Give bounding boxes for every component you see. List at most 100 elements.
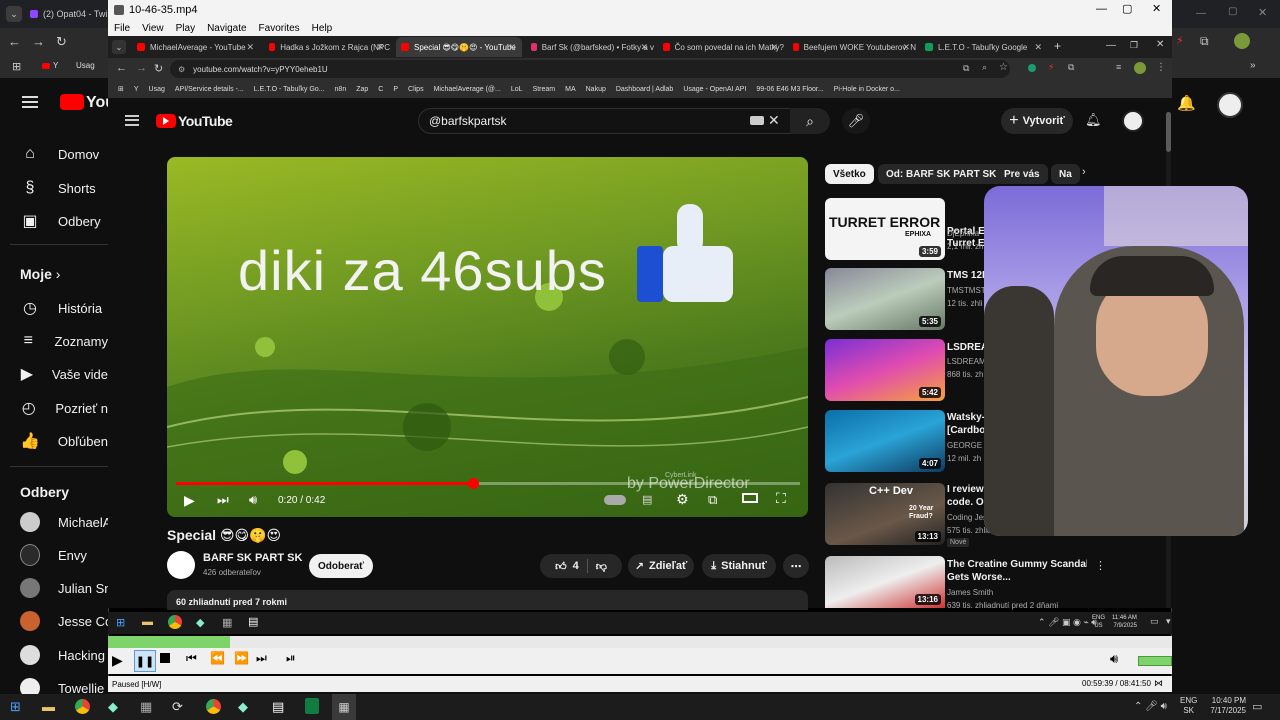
bookmark[interactable]: Usag — [149, 86, 165, 93]
bookmark[interactable]: Clips — [408, 86, 424, 93]
create-button[interactable]: + Vytvoriť — [1001, 108, 1073, 134]
inner-tab-active[interactable]: Special 😎😋🤫😍 - YouTube ✕ — [396, 37, 522, 57]
outer-close-icon[interactable]: ✕ — [1258, 6, 1267, 19]
bookmark[interactable]: Dashboard | Adlab — [616, 86, 673, 93]
sidebar-sub-item[interactable]: Hacking — [0, 639, 108, 671]
app-icon[interactable]: ⟳ — [172, 699, 183, 715]
menu-view[interactable]: View — [142, 23, 164, 34]
reload-icon[interactable]: ↻ — [56, 34, 67, 50]
channel-avatar[interactable] — [167, 551, 195, 579]
chrome-icon[interactable] — [168, 615, 182, 629]
kebab-menu-icon[interactable]: ⋮ — [1156, 62, 1166, 73]
video-progress-scrubber[interactable] — [468, 478, 480, 489]
forward-icon[interactable]: → — [136, 62, 147, 74]
rec-thumbnail[interactable]: 4:07 — [825, 410, 945, 472]
menu-play[interactable]: Play — [176, 23, 195, 34]
sidebar-item-history[interactable]: ◷ História — [0, 292, 108, 324]
apps-grid-icon[interactable]: ⊞ — [12, 60, 21, 73]
bookmark[interactable]: Usage - OpenAI API — [683, 86, 746, 93]
bookmark[interactable]: Zap — [356, 86, 368, 93]
settings-gear-icon[interactable]: ⚙ — [676, 491, 689, 508]
sidebar-sub-item[interactable]: Envy — [0, 539, 108, 571]
download-button[interactable]: ⤓ Stiahnuť — [702, 554, 776, 578]
bookmark[interactable]: LoL — [511, 86, 523, 93]
extension-icon[interactable]: ⚡ — [1176, 34, 1184, 47]
theater-mode-icon[interactable] — [742, 493, 758, 503]
inner-tab[interactable]: Beefujem WOKE Youtuberov. N ✕ — [788, 37, 916, 57]
tab-close-icon[interactable]: ✕ — [770, 42, 778, 53]
sidebar-item-subscriptions[interactable]: ▣ Odbery — [0, 205, 108, 237]
rewind-icon[interactable]: ⏪ — [210, 651, 225, 665]
sidebar-sub-item[interactable]: Julian Sn — [0, 572, 108, 604]
start-icon[interactable]: ⊞ — [10, 699, 21, 715]
volume-slider[interactable] — [1138, 656, 1172, 666]
puzzle-icon[interactable]: ⧉ — [1200, 34, 1209, 49]
app-icon[interactable]: ▦ — [222, 616, 232, 629]
apps-grid-icon[interactable]: ⊞ — [118, 85, 124, 93]
tray-icons[interactable]: ⌃ 🎤︎ 🔊︎ — [1134, 701, 1167, 712]
fast-forward-icon[interactable]: ⏩ — [234, 651, 249, 665]
sidebar-sub-item[interactable]: Jesse Co — [0, 605, 108, 637]
keyboard-icon[interactable] — [750, 116, 764, 125]
sidebar-item-your-videos[interactable]: ▶ Vaše vide — [0, 358, 108, 390]
player-maximize-icon[interactable]: ▢ — [1122, 2, 1132, 15]
site-info-icon[interactable]: ⚙ — [178, 65, 185, 74]
rec-channel[interactable]: James Smith — [947, 588, 1057, 597]
outer-tab[interactable]: (2) Opat04 - Twi — [30, 4, 110, 24]
file-explorer-icon[interactable]: ▬ — [42, 699, 55, 714]
install-icon[interactable]: ⧉ — [963, 63, 969, 74]
fullscreen-icon[interactable]: ⛶ — [776, 490, 786, 507]
bookmark[interactable]: Y — [134, 86, 139, 93]
notification-center-icon[interactable]: ▭ — [1252, 700, 1262, 713]
rec-title[interactable]: The Creatine Gummy Scandal — [947, 559, 1087, 571]
outer-bookmark[interactable]: Y — [42, 61, 58, 70]
bookmark[interactable]: MA — [565, 86, 576, 93]
volume-icon[interactable]: 🔊︎ — [249, 492, 257, 508]
play-icon[interactable]: ▶ — [184, 492, 195, 509]
menu-file[interactable]: File — [114, 23, 130, 34]
puzzle-icon[interactable]: ⧉ — [1068, 62, 1074, 73]
bookmark[interactable]: Stream — [533, 86, 556, 93]
outer-bookmark[interactable]: Usag — [76, 61, 95, 70]
search-input[interactable]: @barfskpartsk — [418, 108, 792, 134]
inner-minimize-icon[interactable]: — — [1106, 40, 1116, 51]
media-control-icon[interactable]: ≡ — [1116, 62, 1121, 72]
sidebar-item-liked[interactable]: 👍 Obľúbené — [0, 425, 108, 457]
bookmark[interactable]: 99-06 E46 M3 Floor... — [756, 86, 823, 93]
hamburger-menu-icon[interactable] — [22, 96, 38, 108]
file-explorer-icon[interactable]: ▬ — [142, 616, 153, 628]
share-button[interactable]: ↗ Zdieľať — [628, 554, 694, 578]
miniplayer-icon[interactable]: ⧉ — [708, 492, 717, 508]
chip-more[interactable]: Na — [1051, 164, 1080, 184]
menu-help[interactable]: Help — [312, 23, 333, 34]
profile-avatar[interactable] — [1234, 33, 1250, 49]
system-clock[interactable]: 10:40 PM 7/17/2025 — [1204, 696, 1246, 716]
voice-search-button[interactable]: 🎤︎ — [842, 108, 870, 134]
video-player[interactable]: by PowerDirector CyberLink — [167, 157, 808, 517]
sheets-icon[interactable] — [305, 698, 319, 714]
account-avatar[interactable] — [1217, 92, 1243, 118]
menu-navigate[interactable]: Navigate — [207, 23, 246, 34]
bookmark-star-icon[interactable]: ☆ — [999, 62, 1008, 73]
next-icon[interactable]: ⏭ — [217, 492, 229, 508]
video-progress-bar[interactable] — [176, 478, 800, 489]
new-tab-icon[interactable]: + — [1054, 39, 1061, 53]
app-icon[interactable]: ◆ — [238, 699, 248, 715]
back-icon[interactable]: ← — [8, 34, 21, 49]
rec-thumbnail[interactable]: 5:35 — [825, 268, 945, 330]
player-minimize-icon[interactable]: — — [1096, 3, 1107, 15]
bookmark[interactable]: Pi-Hole in Docker o... — [834, 86, 900, 93]
notification-icon[interactable]: ▭ — [1150, 616, 1159, 627]
chevron-right-icon[interactable]: › — [1082, 166, 1086, 178]
subtitles-icon[interactable]: ▤ — [642, 493, 652, 506]
extension-icon[interactable]: ⚡ — [1048, 62, 1054, 73]
autoplay-toggle[interactable] — [604, 495, 626, 505]
speaker-icon[interactable]: 🔊︎ — [1110, 651, 1118, 667]
more-vertical-icon[interactable]: ⋮ — [1095, 559, 1106, 572]
tab-close-icon[interactable]: ✕ — [376, 42, 384, 53]
zoom-icon[interactable]: ⌕ — [982, 62, 987, 73]
channel-name[interactable]: BARF SK PART SK — [203, 552, 302, 564]
rec-thumbnail[interactable]: C++ Dev 20 Year Fraud? 13:13 — [825, 483, 945, 545]
app-icon[interactable]: ◆ — [196, 616, 204, 629]
tab-close-icon[interactable]: ✕ — [1034, 42, 1042, 53]
